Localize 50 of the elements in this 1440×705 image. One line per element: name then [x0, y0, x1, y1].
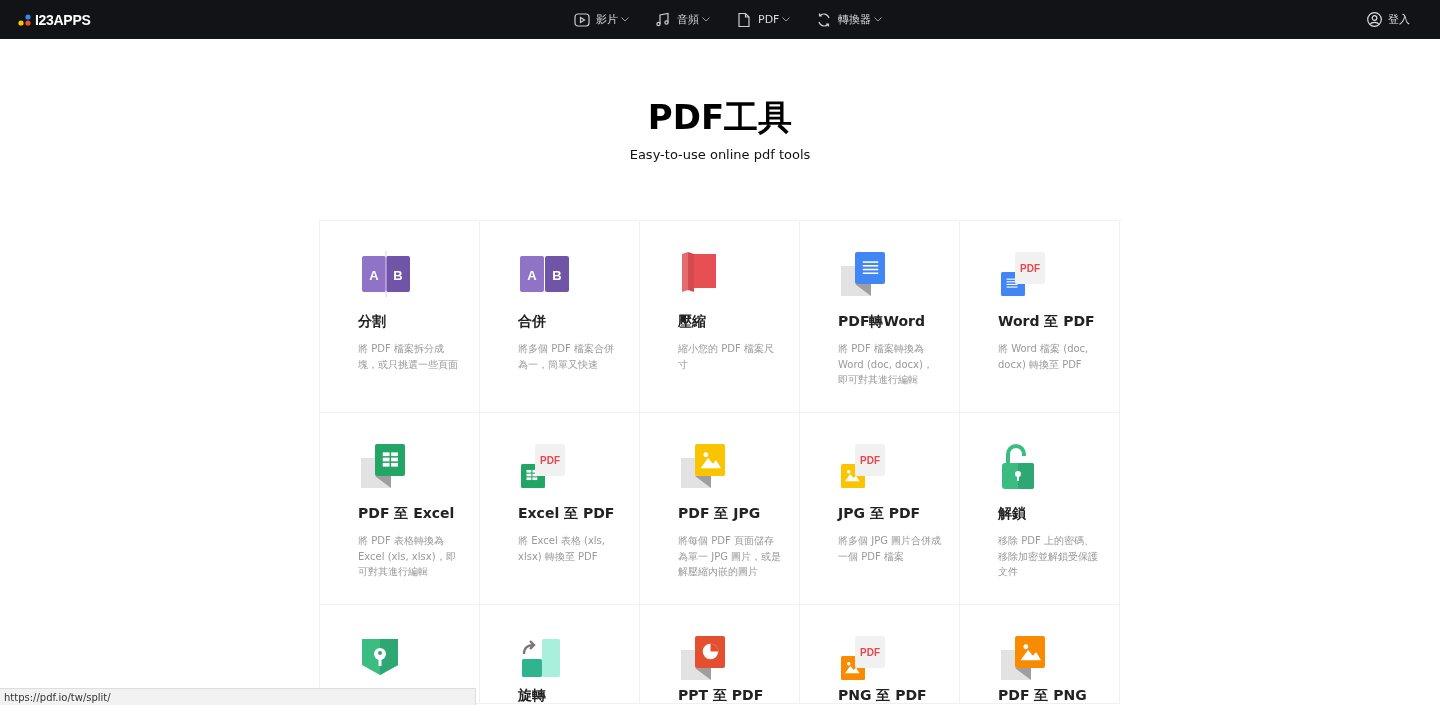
tool-title: 旋轉 [518, 687, 546, 705]
tool-description: 將 Word 檔案 (doc, docx) 轉換至 PDF [998, 342, 1090, 372]
tool-title: 解鎖 [998, 505, 1026, 523]
tool-title: Word 至 PDF [998, 313, 1095, 331]
tool-title: JPG 至 PDF [838, 505, 921, 523]
caret-icon [874, 17, 883, 22]
tool-card[interactable]: PDF 至 PNG [960, 605, 1120, 704]
caret-icon [782, 17, 791, 22]
tool-title: 壓縮 [678, 313, 706, 331]
tool-card[interactable]: PDF 至 Excel 將 PDF 表格轉換為 Excel (xls, xlsx)，即可對其進行編輯 [320, 413, 480, 605]
user-icon [1367, 12, 1382, 27]
logo-text: I23APPS [35, 11, 91, 28]
tool-description: 縮小您的 PDF 檔案尺寸 [678, 342, 775, 372]
tool-card[interactable]: 解鎖 移除 PDF 上的密碼、移除加密並解鎖受保護文件 [960, 413, 1120, 605]
tool-description: 將多個 JPG 圖片合併成一個 PDF 檔案 [838, 534, 942, 564]
tool-title: PDF 至 Excel [358, 505, 455, 523]
tool-description: 將 PDF 檔案轉換為 Word (doc, docx)，即可對其進行編輯 [838, 342, 934, 387]
tool-title: PNG 至 PDF [838, 687, 927, 705]
tool-description: 將 PDF 表格轉換為 Excel (xls, xlsx)，即可對其進行編輯 [358, 534, 457, 579]
nav-menu[interactable]: PDF [736, 11, 791, 28]
nav-menu[interactable]: 轉換器 [816, 11, 883, 28]
tool-card[interactable]: PDF Word 至 PDF 將 Word 檔案 (doc, docx) 轉換至 PDF [960, 221, 1120, 413]
tool-title: Excel 至 PDF [518, 505, 615, 523]
tool-title: PPT 至 PDF [678, 687, 764, 705]
file-icon [736, 11, 752, 28]
status-url-tooltip: https://pdf.io/tw/split/ [0, 688, 476, 705]
tool-card[interactable]: PDF轉Word 將 PDF 檔案轉換為 Word (doc, docx)，即可對其進行編輯 [800, 221, 960, 413]
tool-card[interactable]: PDF PNG 至 PDF [800, 605, 960, 704]
tool-title: PDF轉Word [838, 313, 925, 331]
tool-description: 將 Excel 表格 (xls, xlsx) 轉換至 PDF [518, 534, 606, 564]
page-subtitle: Easy-to-use online pdf tools [628, 147, 812, 162]
tool-description: 移除 PDF 上的密碼、移除加密並解鎖受保護文件 [998, 534, 1099, 579]
tool-title: PDF 至 PNG [998, 687, 1087, 705]
tool-card[interactable]: PDF Excel 至 PDF 將 Excel 表格 (xls, xlsx) 轉換至 PDF [480, 413, 640, 605]
nav-menu[interactable]: 音頻 [655, 11, 710, 28]
tool-card[interactable]: PDF JPG 至 PDF 將多個 JPG 圖片合併成一個 PDF 檔案 [800, 413, 960, 605]
music-note-icon [655, 11, 671, 28]
tool-title: 合併 [518, 313, 546, 331]
tool-card[interactable]: 旋轉 [480, 605, 640, 704]
tool-card[interactable]: 壓縮 縮小您的 PDF 檔案尺寸 [640, 221, 800, 413]
tool-title: PDF 至 JPG [678, 505, 761, 523]
play-icon [574, 11, 590, 28]
tool-title: 分割 [358, 313, 386, 331]
login-button[interactable]: 登入 [1367, 12, 1410, 27]
logo-dots-icon [18, 13, 32, 26]
page-title: PDF工具 [646, 96, 794, 139]
tool-card[interactable]: PPT 至 PDF [640, 605, 800, 704]
caret-icon [621, 17, 629, 22]
nav-menu[interactable]: 影片 [574, 11, 629, 28]
caret-icon [702, 17, 710, 22]
